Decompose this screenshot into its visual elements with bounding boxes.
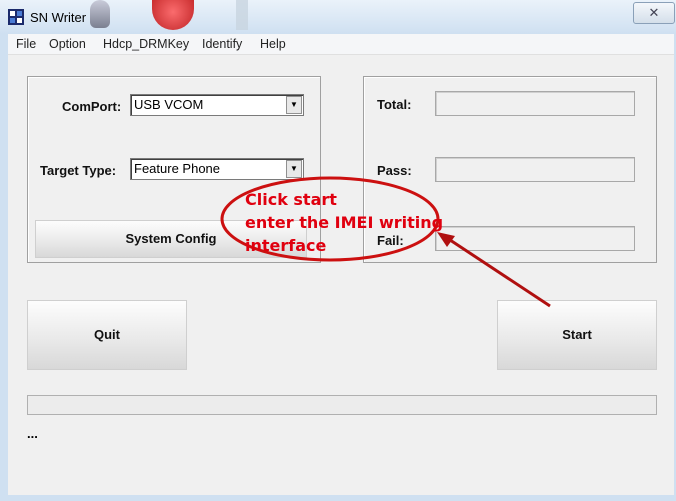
annotation-line-3: interface [245, 236, 327, 255]
annotation-arrow-line [443, 234, 551, 308]
annotation-line-2: enter the IMEI writing [245, 213, 444, 232]
annotation-overlay [220, 176, 551, 308]
annotation-arrow-head [437, 232, 455, 247]
annotation-line-1: Click start [245, 190, 337, 209]
